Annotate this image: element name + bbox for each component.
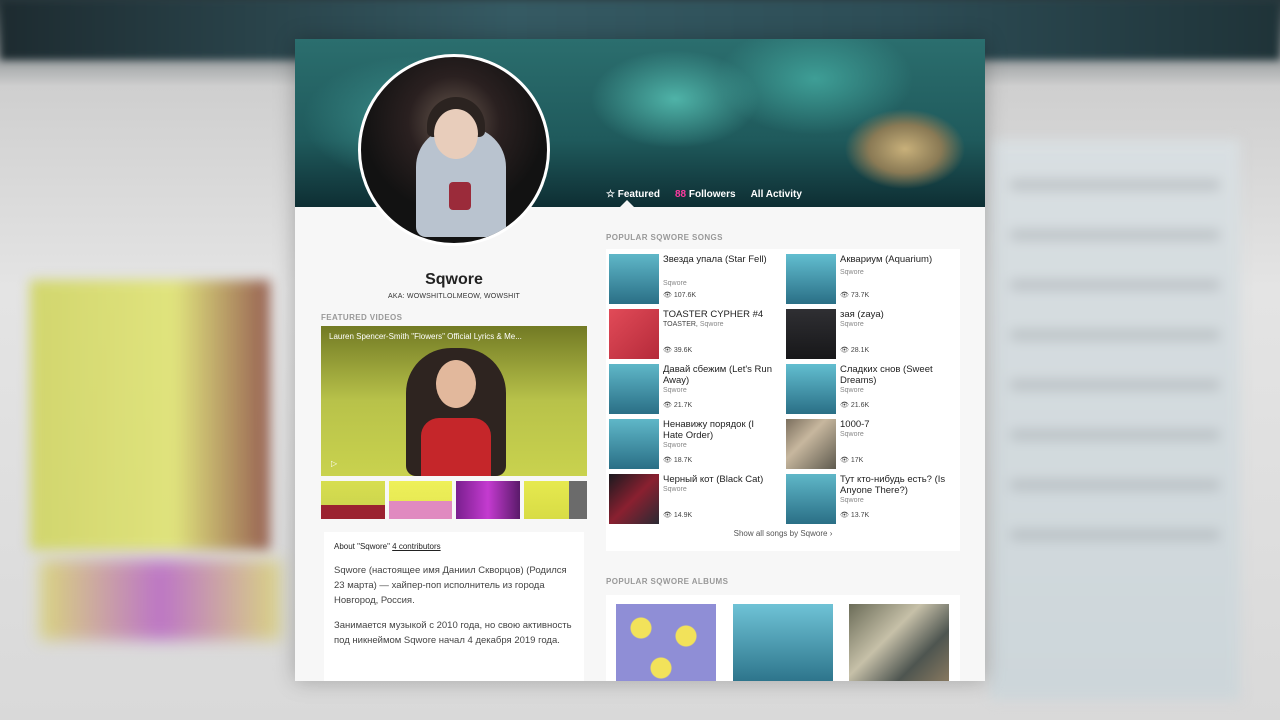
album-cover[interactable] [849,604,949,681]
song-cover [786,419,836,469]
artist-avatar[interactable] [358,54,550,246]
about-paragraph: Занимается музыкой с 2010 года, но свою … [334,620,572,646]
star-icon: ☆ [606,189,615,200]
song-cover [786,364,836,414]
tab-followers[interactable]: 88 Followers [675,189,736,200]
song-item[interactable]: Сладких снов (Sweet Dreams) Sqwore 👁 21.… [783,361,951,414]
song-cover [609,474,659,524]
song-item[interactable]: TOASTER CYPHER #4 TOASTER, Sqwore 👁 39.6… [606,306,774,359]
artist-page: ☆ Featured 88 Followers All Activity Sqw… [295,39,985,681]
song-item[interactable]: Давай сбежим (Let's Run Away) Sqwore 👁 2… [606,361,774,414]
video-thumbnail[interactable] [388,481,452,519]
album-cover[interactable] [616,604,716,681]
featured-videos-label: FEATURED VIDEOS [321,313,403,322]
profile-tabs: ☆ Featured 88 Followers All Activity [606,189,802,200]
song-item[interactable]: Ненавижу порядок (I Hate Order) Sqwore 👁… [606,416,774,469]
eye-icon: 👁 [840,457,849,464]
song-cover [609,364,659,414]
eye-icon: 👁 [663,292,672,299]
artist-name: Sqwore [425,271,483,288]
background-blur-strip [40,560,280,640]
song-cover [786,474,836,524]
song-item[interactable]: зая (zaya) Sqwore 👁 28.1K [783,306,951,359]
tab-featured[interactable]: ☆ Featured [606,189,660,200]
about-paragraph: Sqwore (настоящее имя Даниил Скворцов) (… [334,565,567,606]
chevron-right-icon: › [829,529,833,538]
background-blur-right [990,140,1240,700]
song-item[interactable]: Звезда упала (Star Fell) Sqwore 👁 107.6K [606,251,774,304]
eye-icon: 👁 [840,512,849,519]
eye-icon: 👁 [840,347,849,354]
song-cover [786,309,836,359]
eye-icon: 👁 [663,402,672,409]
song-cover [609,309,659,359]
video-thumbnail[interactable] [456,481,520,519]
popular-songs-label: POPULAR SQWORE SONGS [606,233,723,242]
eye-icon: 👁 [663,457,672,464]
eye-icon: 👁 [663,347,672,354]
song-item[interactable]: 1000-7 Sqwore 👁 17K [783,416,951,469]
song-item[interactable]: Аквариум (Aquarium) Sqwore 👁 73.7K [783,251,951,304]
album-cover[interactable] [733,604,833,681]
tab-all-activity[interactable]: All Activity [751,189,802,200]
video-thumbnail[interactable] [321,481,385,519]
featured-video-player[interactable]: Lauren Spencer-Smith "Flowers" Official … [321,326,587,476]
song-cover [609,254,659,304]
followers-count: 88 [674,189,687,200]
video-title: Lauren Spencer-Smith "Flowers" Official … [329,332,522,341]
active-tab-indicator [620,200,634,207]
song-cover [609,419,659,469]
play-icon[interactable]: ▷ [331,459,337,468]
video-thumbnails [321,481,587,519]
popular-songs-list: Звезда упала (Star Fell) Sqwore 👁 107.6K… [606,249,960,551]
song-item[interactable]: Черный кот (Black Cat) Sqwore 👁 14.9K [606,471,774,524]
popular-albums-label: POPULAR SQWORE ALBUMS [606,577,729,586]
song-item[interactable]: Тут кто-нибудь есть? (Is Anyone There?) … [783,471,951,524]
eye-icon: 👁 [840,402,849,409]
eye-icon: 👁 [663,512,672,519]
background-blur-left [30,280,270,550]
show-all-songs-link[interactable]: Show all songs by Sqwore › [606,529,960,538]
about-heading: About "Sqwore" 4 contributors [334,542,441,551]
artist-aka: AKA: WOWSHITLOLMEOW, WOWSHIT [388,293,520,300]
popular-albums-list [606,595,960,681]
eye-icon: 👁 [840,292,849,299]
about-section: About "Sqwore" 4 contributors Sqwore (на… [324,532,584,681]
contributors-link[interactable]: 4 contributors [392,542,440,551]
video-thumbnail[interactable] [523,481,587,519]
song-cover [786,254,836,304]
